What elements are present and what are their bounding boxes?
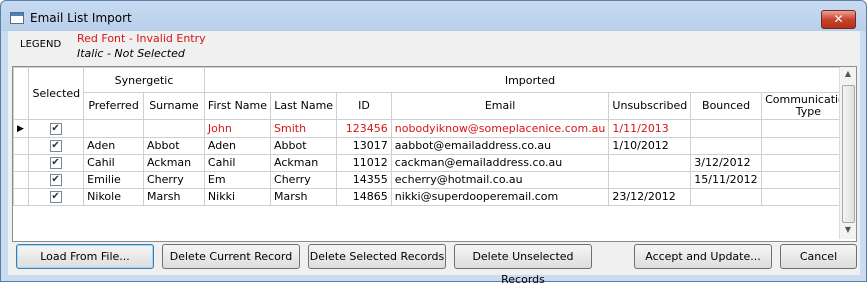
cell-bounced[interactable] [690,188,762,206]
delete-unselected-records-button[interactable]: Delete Unselected Records [454,244,592,286]
cell-email[interactable]: nobodyiknow@someplacenice.com.au [390,119,610,138]
cell-last-name[interactable]: Cherry [270,171,338,189]
selected-cell [28,137,85,155]
cell-last-name[interactable]: Ackman [270,154,338,172]
column-header-preferred[interactable]: Preferred [83,92,144,120]
table-row[interactable]: AdenAbbotAdenAbbot13017aabbot@emailaddre… [12,137,857,155]
legend-label: LEGEND [20,39,62,50]
selected-checkbox[interactable] [50,121,63,137]
cancel-button[interactable]: Cancel [780,244,857,269]
selected-checkbox[interactable] [50,139,63,154]
row-selector[interactable] [12,137,30,155]
legend-invalid-entry: Red Font - Invalid Entry [77,32,206,45]
cell-surname[interactable]: Cherry [142,171,205,189]
cell-id[interactable]: 123456 [336,119,392,138]
column-header-surname[interactable]: Surname [142,92,205,120]
cell-preferred[interactable]: Cahil [83,154,144,172]
cell-id[interactable]: 14865 [336,188,392,206]
title-bar[interactable]: Email List Import ✕ [1,1,866,31]
table-row[interactable]: CahilAckmanCahilAckman11012cackman@email… [12,154,857,172]
row-selector[interactable] [12,154,30,172]
cell-unsubscribed[interactable] [608,154,692,172]
window-icon [10,12,24,24]
table-row[interactable]: EmilieCherryEmCherry14355echerry@hotmail… [12,171,857,189]
cell-bounced[interactable] [690,119,762,138]
legend-not-selected: Italic - Not Selected [77,47,185,60]
row-selector[interactable] [12,171,30,189]
cell-unsubscribed[interactable]: 1/10/2012 [608,137,692,155]
cell-id[interactable]: 13017 [336,137,392,155]
email-list-import-window: Email List Import ✕ LEGEND Red Font - In… [0,0,867,286]
row-header-corner [12,67,30,120]
column-header-id[interactable]: ID [336,92,392,120]
cell-preferred[interactable]: Emilie [83,171,144,189]
cell-email[interactable]: cackman@emailaddress.co.au [390,154,610,172]
current-row-pointer-icon: ▶ [17,124,24,134]
delete-selected-records-button[interactable]: Delete Selected Records [308,244,446,269]
dialog-client-area: LEGEND Red Font - Invalid Entry Italic -… [8,31,860,286]
cell-email[interactable]: echerry@hotmail.co.au [390,171,610,189]
load-from-file-button[interactable]: Load From File... [16,244,154,269]
accept-and-update-button[interactable]: Accept and Update... [634,244,772,269]
cell-bounced[interactable]: 15/11/2012 [690,171,762,189]
cell-preferred[interactable]: Aden [83,137,144,155]
records-table: Selected Synergetic Imported Preferred Su… [12,67,857,206]
cell-email[interactable]: aabbot@emailaddress.co.au [390,137,610,155]
table-row[interactable]: NikoleMarshNikkiMarsh14865nikki@superdoo… [12,188,857,206]
column-header-bounced[interactable]: Bounced [690,92,762,120]
selected-cell [28,171,85,189]
cell-first-name[interactable]: Cahil [203,154,272,172]
table-row[interactable]: ▶ JohnSmith123456nobodyiknow@someplacenic… [12,119,857,138]
cell-preferred[interactable]: Nikole [83,188,144,206]
cell-first-name[interactable]: Nikki [203,188,272,206]
scroll-down-icon[interactable]: ▼ [842,225,854,237]
cell-last-name[interactable]: Marsh [270,188,338,206]
cell-last-name[interactable]: Abbot [270,137,338,155]
column-header-selected[interactable]: Selected [28,67,85,120]
window-title: Email List Import [30,11,132,25]
column-header-first-name[interactable]: First Name [203,92,272,120]
scroll-up-icon[interactable]: ▲ [842,69,854,81]
column-header-unsubscribed[interactable]: Unsubscribed [608,92,692,120]
cell-first-name[interactable]: Aden [203,137,272,155]
cell-id[interactable]: 14355 [336,171,392,189]
cell-unsubscribed[interactable]: 1/11/2013 [608,119,692,138]
cell-bounced[interactable]: 3/12/2012 [690,154,762,172]
cell-id[interactable]: 11012 [336,154,392,172]
selected-cell [28,119,85,138]
cell-bounced[interactable] [690,137,762,155]
cell-first-name[interactable]: John [203,119,272,138]
cell-first-name[interactable]: Em [203,171,272,189]
cell-surname[interactable] [142,119,205,138]
group-header-synergetic: Synergetic [83,67,205,93]
selected-checkbox[interactable] [50,173,63,188]
cell-surname[interactable]: Abbot [142,137,205,155]
cell-surname[interactable]: Marsh [142,188,205,206]
selected-checkbox[interactable] [50,190,63,205]
row-selector[interactable]: ▶ [12,119,30,138]
cell-last-name[interactable]: Smith [270,119,338,138]
delete-current-record-button[interactable]: Delete Current Record [162,244,300,269]
scroll-thumb[interactable] [842,85,855,223]
column-header-last-name[interactable]: Last Name [270,92,338,120]
cell-preferred[interactable] [83,119,144,138]
row-selector[interactable] [12,188,30,206]
cell-unsubscribed[interactable]: 23/12/2012 [608,188,692,206]
cell-unsubscribed[interactable] [608,171,692,189]
column-header-email[interactable]: Email [390,92,610,120]
close-button[interactable]: ✕ [821,10,856,29]
selected-cell [28,188,85,206]
cell-email[interactable]: nikki@superdooperemail.com [390,188,610,206]
vertical-scrollbar[interactable]: ▲ ▼ [839,67,856,239]
cell-surname[interactable]: Ackman [142,154,205,172]
records-grid[interactable]: Selected Synergetic Imported Preferred Su… [12,66,857,242]
selected-cell [28,154,85,172]
group-header-imported: Imported [203,67,857,93]
selected-checkbox[interactable] [50,156,63,171]
